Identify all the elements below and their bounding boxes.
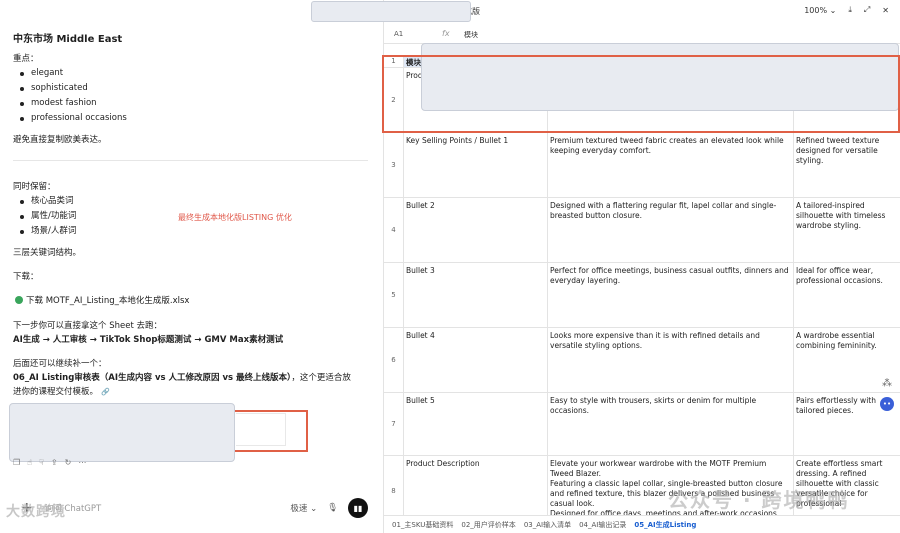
chat-composer: + 询问 ChatGPT 极速 ⌄ 🎙 ▮▮: [13, 492, 368, 524]
close-icon[interactable]: ✕: [882, 6, 889, 15]
side-icons: ⁂ ••: [880, 378, 894, 411]
row-number: 3: [384, 133, 404, 197]
sheet-tab[interactable]: 01_主SKU基础资料: [392, 520, 453, 530]
cell[interactable]: Ideal for office wear, professional occa…: [794, 263, 900, 327]
focus-list: elegant sophisticated modest fashion pro…: [18, 66, 127, 126]
apps-icon[interactable]: ⁂: [882, 378, 892, 389]
table-row[interactable]: 6 Bullet 4 Looks more expensive than it …: [384, 328, 900, 393]
list-item: elegant: [18, 66, 127, 81]
sheet-tabs: 01_主SKU基础资料 02_用户评价样本 03_AI输入清单 04_AI输出记…: [384, 515, 900, 533]
cell[interactable]: Bullet 5: [404, 393, 548, 455]
red-annotation: 最终生成本地化版LISTING 优化: [178, 213, 292, 222]
redacted-overlay: [9, 403, 235, 462]
cell[interactable]: Bullet 2: [404, 198, 548, 262]
avoid-text: 避免直接复制欧美表达。: [13, 135, 107, 145]
cell[interactable]: Designed with a flattering regular fit, …: [548, 198, 794, 262]
cell[interactable]: Premium textured tweed fabric creates an…: [548, 133, 794, 197]
expand-icon[interactable]: ⤢: [864, 5, 870, 15]
cell[interactable]: Looks more expensive than it is with ref…: [548, 328, 794, 392]
list-item: 核心品类词: [18, 194, 76, 209]
copy-icon[interactable]: ❐: [13, 458, 20, 467]
later-detail: 06_AI Listing审核表（AI生成内容 vs 人工修改原因 vs 最终上…: [13, 371, 383, 383]
list-item: sophisticated: [18, 81, 127, 96]
focus-label: 重点：: [13, 54, 39, 64]
later-rest-2: 进你的课程交付模板。: [13, 387, 99, 397]
later-bold: 06_AI Listing审核表（AI生成内容 vs 人工修改原因 vs 最终上…: [13, 373, 292, 383]
thumbs-down-icon[interactable]: ☟: [39, 458, 44, 467]
cell[interactable]: Refined tweed texture designed for versa…: [794, 133, 900, 197]
cell[interactable]: Perfect for office meetings, business ca…: [548, 263, 794, 327]
list-item: 属性/功能词: [18, 209, 76, 224]
download-icon[interactable]: ⤓: [848, 5, 852, 15]
red-highlight-box: [382, 55, 900, 133]
more-icon[interactable]: ⋯: [78, 458, 86, 467]
message-actions: ❐ ☝ ☟ ⇪ ↻ ⋯: [13, 458, 86, 467]
sheet-toolbar: 100% ⌄ ⤓ ⤢ ✕: [804, 5, 889, 15]
later-detail-2: 进你的课程交付模板。 🔗: [13, 385, 110, 397]
table-row[interactable]: 3 Key Selling Points / Bullet 1 Premium …: [384, 133, 900, 198]
zoom-value: 100%: [804, 5, 828, 15]
link-icon[interactable]: 🔗: [101, 388, 110, 396]
sheet-tab-active[interactable]: 05_AI生成Listing: [634, 520, 696, 530]
market-heading: 中东市场 Middle East: [13, 34, 123, 45]
workflow-text: AI生成 → 人工审核 → TikTok Shop标题测试 → GMV Max素…: [13, 335, 284, 345]
list-item: 场景/人群词: [18, 224, 76, 239]
watermark-left: 大数跨境: [6, 504, 66, 520]
divider: [13, 160, 368, 161]
speed-selector[interactable]: 极速 ⌄: [290, 502, 317, 514]
later-text: 后面还可以继续补一个：: [13, 359, 107, 369]
cell[interactable]: Key Selling Points / Bullet 1: [404, 133, 548, 197]
download-label: 下载：: [13, 272, 39, 282]
chat-panel: 中东市场 Middle East 重点： elegant sophisticat…: [0, 0, 383, 533]
later-rest: ，这个更适合放: [291, 373, 351, 383]
watermark-right: 公众号 · 跨境鸭鸭: [668, 488, 850, 512]
table-row[interactable]: 7 Bullet 5 Easy to style with trousers, …: [384, 393, 900, 456]
table-row[interactable]: 5 Bullet 3 Perfect for office meetings, …: [384, 263, 900, 328]
microphone-icon[interactable]: 🎙: [327, 503, 338, 513]
cell[interactable]: Easy to style with trousers, skirts or d…: [548, 393, 794, 455]
structure-text: 三层关键词结构。: [13, 248, 82, 258]
sheet-tab[interactable]: 02_用户评价样本: [461, 520, 515, 530]
cell[interactable]: Bullet 3: [404, 263, 548, 327]
thumbs-up-icon[interactable]: ☝: [27, 458, 32, 467]
zoom-selector[interactable]: 100% ⌄: [804, 6, 836, 15]
sheet-tab[interactable]: 04_AI输出记录: [579, 520, 626, 530]
formula-value[interactable]: 模块: [464, 30, 478, 40]
spreadsheet-file-icon: [15, 296, 23, 304]
download-file-link[interactable]: 下载 MOTF_AI_Listing_本地化生成版.xlsx: [15, 294, 189, 306]
list-item: professional occasions: [18, 111, 127, 126]
composer-controls: 极速 ⌄ 🎙 ▮▮: [290, 498, 368, 518]
cell[interactable]: A tailored-inspired silhouette with time…: [794, 198, 900, 262]
formula-bar: A1 fx 模块: [384, 24, 900, 44]
cell[interactable]: Product Description: [404, 456, 548, 515]
regenerate-icon[interactable]: ↻: [65, 458, 72, 467]
share-icon[interactable]: ⇪: [51, 458, 58, 467]
highlighted-area: [236, 413, 286, 446]
next-step-text: 下一步你可以直接拿这个 Sheet 去跑：: [13, 321, 162, 331]
table-row[interactable]: 4 Bullet 2 Designed with a flattering re…: [384, 198, 900, 263]
list-item: modest fashion: [18, 96, 127, 111]
voice-mode-button[interactable]: ▮▮: [348, 498, 368, 518]
row-number: 6: [384, 328, 404, 392]
keep-list: 核心品类词 属性/功能词 场景/人群词: [18, 194, 76, 239]
keep-label: 同时保留：: [13, 182, 56, 192]
sheet-tab[interactable]: 03_AI输入清单: [524, 520, 571, 530]
cell-reference[interactable]: A1: [394, 30, 403, 38]
fx-icon: fx: [442, 29, 450, 38]
row-number: 5: [384, 263, 404, 327]
row-number: 8: [384, 456, 404, 515]
cell[interactable]: Bullet 4: [404, 328, 548, 392]
speed-label: 极速: [290, 504, 308, 514]
row-number: 4: [384, 198, 404, 262]
row-number: 7: [384, 393, 404, 455]
redacted-title-overlay: [311, 1, 471, 22]
assistant-icon[interactable]: ••: [880, 397, 894, 411]
download-link-text: 下载 MOTF_AI_Listing_本地化生成版.xlsx: [26, 296, 190, 306]
